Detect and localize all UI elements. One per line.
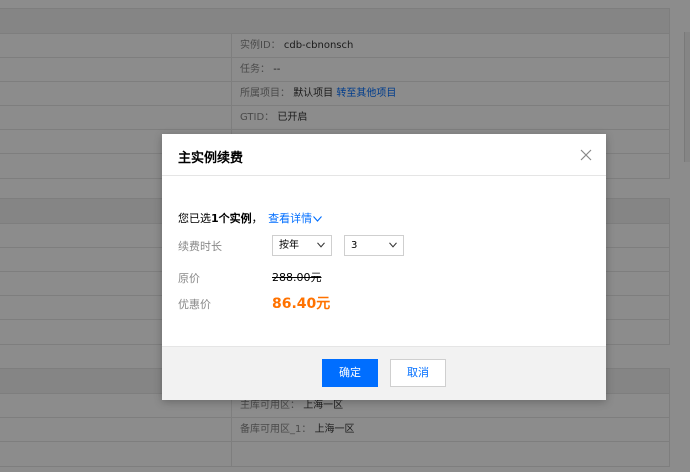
selected-suffix: ， <box>251 212 263 225</box>
original-price-label: 原价 <box>178 272 200 285</box>
view-details-label: 查看详情 <box>268 212 313 225</box>
discount-price-label: 优惠价 <box>178 298 211 311</box>
dialog-header: 主实例续费 <box>162 134 606 176</box>
selected-count: 1个实例 <box>211 212 252 225</box>
renew-dialog: 主实例续费 您已选1个实例， 查看详情 续费时长 按年 3 原价 288.00元… <box>162 134 606 400</box>
dialog-footer: 确定 取消 <box>162 346 606 400</box>
original-price-value: 288.00元 <box>272 271 322 284</box>
selected-prefix: 您已选 <box>178 212 211 225</box>
close-icon[interactable] <box>580 149 592 161</box>
duration-unit-value: 按年 <box>279 240 299 251</box>
dialog-body: 您已选1个实例， 查看详情 续费时长 按年 3 原价 288.00元 优惠价 8… <box>162 176 606 346</box>
cancel-button[interactable]: 取消 <box>390 359 446 387</box>
confirm-button[interactable]: 确定 <box>322 359 378 387</box>
chevron-down-icon <box>317 242 325 248</box>
discount-price-value: 86.40元 <box>272 296 331 312</box>
selected-summary: 您已选1个实例， 查看详情 <box>178 210 323 226</box>
view-details-link[interactable]: 查看详情 <box>268 212 323 225</box>
duration-unit-select[interactable]: 按年 <box>272 235 332 256</box>
page: 实例ID： cdb-cbnonsch 任务： -- 所属项目： 默认项目 转至其… <box>0 0 690 472</box>
duration-amount-select[interactable]: 3 <box>344 235 404 256</box>
duration-label: 续费时长 <box>178 240 222 253</box>
dialog-title: 主实例续费 <box>178 151 244 166</box>
chevron-down-icon <box>313 216 323 222</box>
duration-amount-value: 3 <box>351 240 358 251</box>
chevron-down-icon <box>389 242 397 248</box>
